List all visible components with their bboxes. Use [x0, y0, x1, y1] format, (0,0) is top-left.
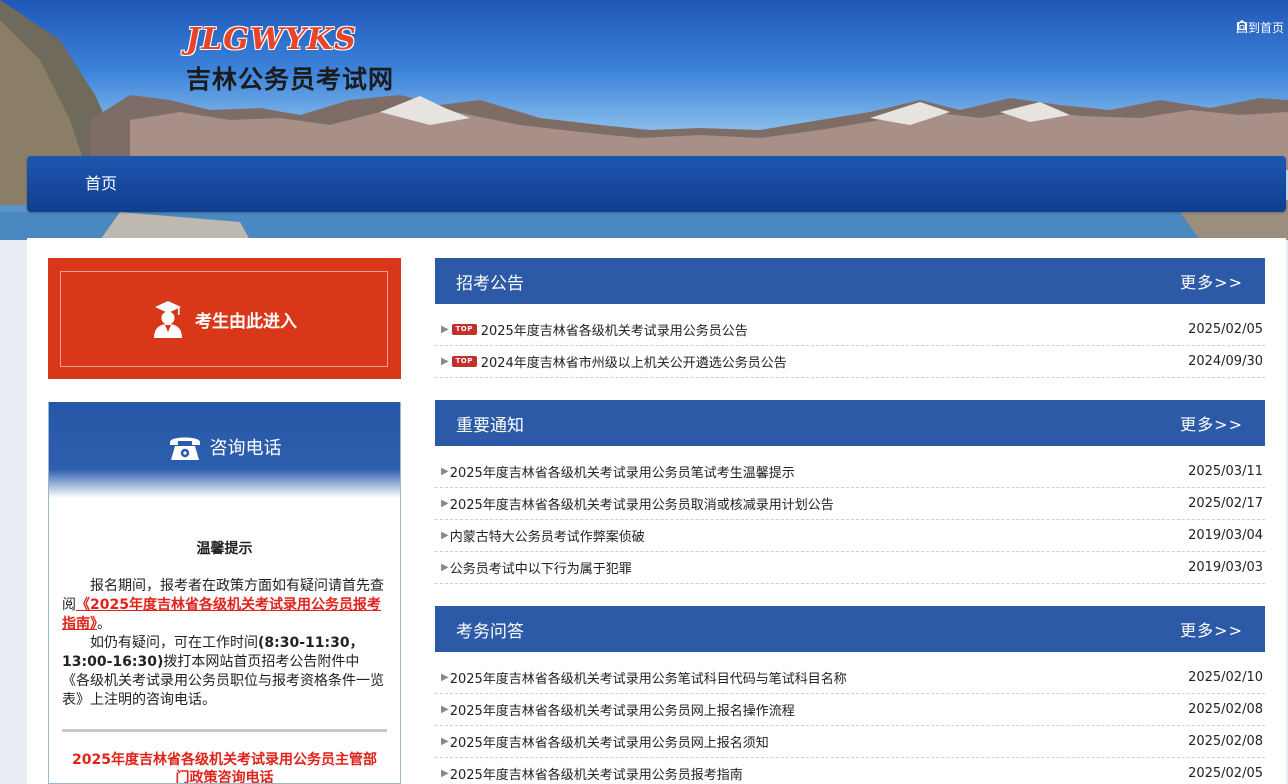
section-title: 重要通知: [456, 415, 524, 436]
tips-title: 温馨提示: [196, 541, 253, 557]
section-exam-qa: 考务问答 更多>> ▶ 2025年度吉林省各级机关考试录用公务笔试科目代码与笔试科…: [435, 606, 1265, 784]
item-title: 内蒙古特大公务员考试作弊案侦破: [449, 530, 645, 545]
item-title: 2025年度吉林省各级机关考试录用公务员公告: [480, 324, 748, 339]
section-title: 考务问答: [456, 621, 524, 642]
arrow-icon: ▶: [441, 498, 449, 509]
item-date: 2025/02/08: [1188, 734, 1263, 749]
list-item[interactable]: ▶ 内蒙古特大公务员考试作弊案侦破 2019/03/04: [435, 520, 1265, 552]
list-item[interactable]: ▶ TOP 2024年度吉林省市州级以上机关公开遴选公务员公告 2024/09/30: [435, 346, 1265, 378]
tip1-end: 。: [97, 616, 111, 632]
more-link[interactable]: 更多>>: [1180, 617, 1243, 641]
logo-english: JLGWYKS: [186, 22, 357, 57]
main-content: 考生由此进入 咨询电话 温馨提示 报名期间，报考者在政策方面如有疑问请首先查阅《…: [27, 238, 1286, 784]
item-title: 2025年度吉林省各级机关考试录用公务员报考指南: [449, 768, 743, 783]
candidate-entry-frame: 考生由此进入: [60, 271, 388, 367]
consult-header: 咨询电话: [49, 402, 400, 498]
item-title: 2024年度吉林省市州级以上机关公开遴选公务员公告: [480, 356, 787, 371]
more-link[interactable]: 更多>>: [1180, 411, 1243, 435]
news-list: ▶ 2025年度吉林省各级机关考试录用公务笔试科目代码与笔试科目名称 2025/02…: [435, 662, 1265, 784]
policy-hotline-title: 2025年度吉林省各级机关考试录用公务员主管部门政策咨询电话: [72, 752, 377, 784]
list-item[interactable]: ▶ 公务员考试中以下行为属于犯罪 2019/03/03: [435, 552, 1265, 584]
logo-chinese: 吉林公务员考试网: [186, 65, 395, 94]
tip-paragraph-1: 报名期间，报考者在政策方面如有疑问请首先查阅《2025年度吉林省各级机关考试录用…: [62, 577, 387, 634]
section-header: 考务问答 更多>>: [435, 606, 1265, 652]
divider: [62, 729, 387, 732]
list-item[interactable]: ▶ 2025年度吉林省各级机关考试录用公务员网上报名操作流程 2025/02/08: [435, 694, 1265, 726]
item-title: 2025年度吉林省各级机关考试录用公务笔试科目代码与笔试科目名称: [449, 672, 847, 687]
candidate-entry-label: 考生由此进入: [195, 311, 297, 332]
item-title: 2025年度吉林省各级机关考试录用公务员取消或核减录用计划公告: [449, 498, 834, 513]
item-date: 2019/03/03: [1188, 560, 1263, 575]
list-item[interactable]: ▶ 2025年度吉林省各级机关考试录用公务员报考指南 2025/02/05: [435, 758, 1265, 784]
item-title: 公务员考试中以下行为属于犯罪: [449, 562, 632, 577]
tip-paragraph-2: 如仍有疑问，可在工作时间(8:30-11:30，13:00-16:30)拨打本网…: [62, 634, 387, 710]
telephone-icon: [169, 437, 200, 460]
graduate-student-icon: [154, 301, 182, 338]
consult-title: 咨询电话: [209, 438, 282, 459]
item-title: 2025年度吉林省各级机关考试录用公务员笔试考生温馨提示: [449, 466, 795, 481]
home-link[interactable]: 回到首页: [1236, 19, 1284, 36]
arrow-icon: ▶: [441, 324, 449, 335]
section-header: 招考公告 更多>>: [435, 258, 1265, 304]
arrow-icon: ▶: [441, 356, 449, 367]
tips-body: 报名期间，报考者在政策方面如有疑问请首先查阅《2025年度吉林省各级机关考试录用…: [49, 577, 400, 710]
consult-panel: 咨询电话 温馨提示 报名期间，报考者在政策方面如有疑问请首先查阅《2025年度吉…: [48, 402, 401, 784]
nav-item-home[interactable]: 首页: [85, 156, 117, 212]
section-important-notices: 重要通知 更多>> ▶ 2025年度吉林省各级机关考试录用公务员笔试考生温馨提示 2…: [435, 400, 1265, 584]
arrow-icon: ▶: [441, 672, 449, 683]
list-item[interactable]: ▶ 2025年度吉林省各级机关考试录用公务员取消或核减录用计划公告 2025/02/…: [435, 488, 1265, 520]
top-badge-icon: TOP: [451, 356, 477, 367]
news-list: ▶ 2025年度吉林省各级机关考试录用公务员笔试考生温馨提示 2025/03/11 …: [435, 456, 1265, 584]
item-date: 2025/02/05: [1188, 766, 1263, 781]
section-recruitment-notices: 招考公告 更多>> ▶ TOP 2025年度吉林省各级机关考试录用公务员公告 2025…: [435, 258, 1265, 378]
item-title: 2025年度吉林省各级机关考试录用公务员网上报名须知: [449, 736, 769, 751]
section-header: 重要通知 更多>>: [435, 400, 1265, 446]
list-item[interactable]: ▶ TOP 2025年度吉林省各级机关考试录用公务员公告 2025/02/05: [435, 314, 1265, 346]
top-badge-icon: TOP: [451, 324, 477, 335]
arrow-icon: ▶: [441, 466, 449, 477]
candidate-entry-button[interactable]: 考生由此进入: [48, 258, 401, 379]
item-date: 2025/02/05: [1188, 322, 1263, 337]
tip2-text-a: 如仍有疑问，可在工作时间: [90, 635, 258, 651]
arrow-icon: ▶: [441, 768, 449, 779]
arrow-icon: ▶: [441, 530, 449, 541]
item-date: 2025/03/11: [1188, 464, 1263, 479]
section-title: 招考公告: [456, 273, 524, 294]
arrow-icon: ▶: [441, 736, 449, 747]
item-date: 2019/03/04: [1188, 528, 1263, 543]
item-title: 2025年度吉林省各级机关考试录用公务员网上报名操作流程: [449, 704, 795, 719]
list-item[interactable]: ▶ 2025年度吉林省各级机关考试录用公务员网上报名须知 2025/02/08: [435, 726, 1265, 758]
home-icon: [1236, 19, 1248, 31]
item-date: 2025/02/10: [1188, 670, 1263, 685]
item-date: 2025/02/17: [1188, 496, 1263, 511]
main-nav: 首页: [27, 156, 1286, 212]
more-link[interactable]: 更多>>: [1180, 269, 1243, 293]
news-list: ▶ TOP 2025年度吉林省各级机关考试录用公务员公告 2025/02/05 ▶ TO…: [435, 314, 1265, 378]
item-date: 2025/02/08: [1188, 702, 1263, 717]
list-item[interactable]: ▶ 2025年度吉林省各级机关考试录用公务员笔试考生温馨提示 2025/03/11: [435, 456, 1265, 488]
arrow-icon: ▶: [441, 704, 449, 715]
list-item[interactable]: ▶ 2025年度吉林省各级机关考试录用公务笔试科目代码与笔试科目名称 2025/02…: [435, 662, 1265, 694]
arrow-icon: ▶: [441, 562, 449, 573]
item-date: 2024/09/30: [1188, 354, 1263, 369]
